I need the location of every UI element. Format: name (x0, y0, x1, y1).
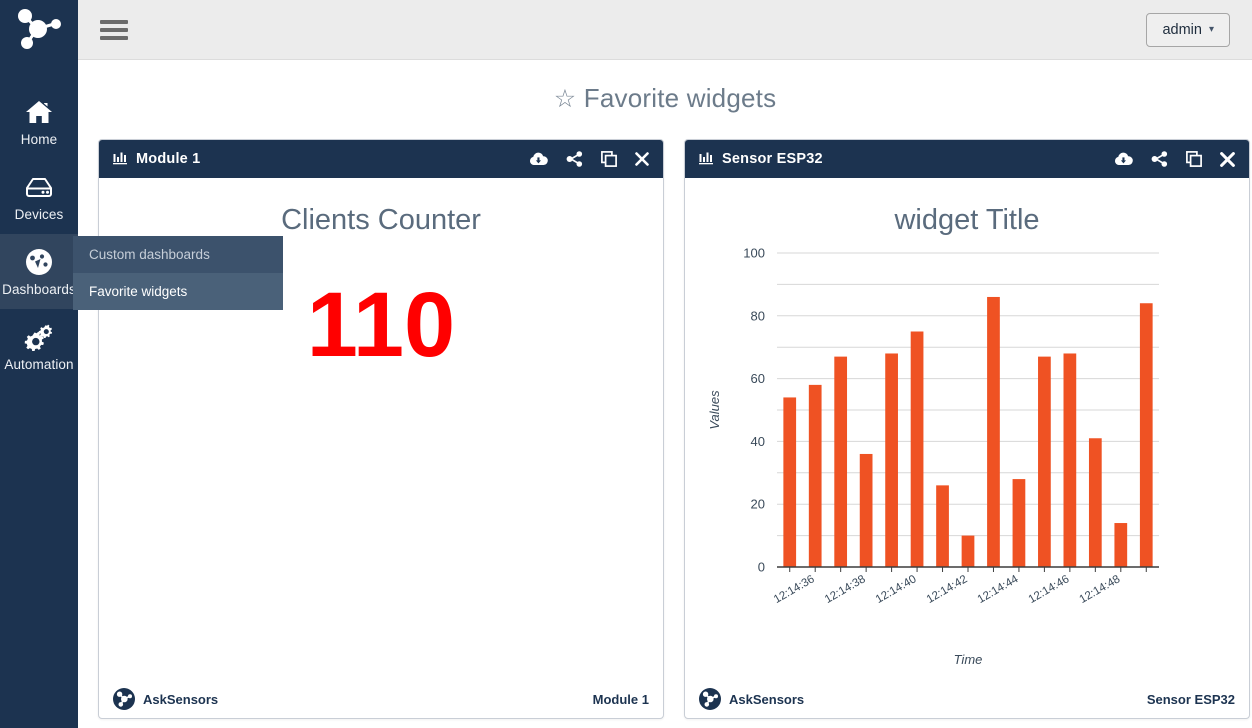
svg-text:12:14:36: 12:14:36 (772, 573, 817, 606)
submenu-item-custom-dashboards[interactable]: Custom dashboards (73, 236, 283, 273)
topbar: admin ▾ (78, 0, 1252, 60)
share-icon[interactable] (1151, 151, 1168, 167)
star-outline-icon: ☆ (553, 85, 577, 113)
home-icon (25, 97, 53, 127)
widget-title-text: Sensor ESP32 (722, 151, 823, 167)
svg-text:12:14:42: 12:14:42 (925, 573, 970, 606)
page-title: ☆ Favorite widgets (78, 83, 1252, 114)
svg-text:80: 80 (751, 308, 765, 323)
sidebar-item-dashboards[interactable]: Dashboards (0, 234, 78, 309)
svg-text:12:14:46: 12:14:46 (1027, 573, 1072, 606)
widget-header-actions (529, 151, 649, 167)
chart-area: 0 20 40 60 80 100 12:14:36 12:14:38 12:14:40 12:1… (685, 237, 1249, 680)
chart-xaxis-label: Time (953, 652, 983, 667)
sidebar-nav: Home Devices Dashboards Automation (0, 84, 78, 384)
widget-footer: AskSensors Sensor ESP32 (685, 680, 1249, 718)
submenu-item-favorite-widgets[interactable]: Favorite widgets (73, 273, 283, 310)
sidebar-item-automation[interactable]: Automation (0, 309, 78, 384)
chart-title: widget Title (894, 204, 1040, 236)
molecule-logo-icon (113, 688, 135, 710)
footer-brand: AskSensors (113, 688, 218, 710)
widget-title-text: Module 1 (136, 151, 201, 167)
close-icon[interactable] (1220, 151, 1235, 167)
page-title-text: Favorite widgets (583, 83, 777, 113)
bar-chart-icon (113, 152, 127, 165)
counter-title: Clients Counter (281, 204, 481, 236)
widget-sensor-esp32: Sensor ESP32 widget Title 0 20 40 60 80 … (684, 139, 1250, 719)
user-menu-label: admin (1162, 21, 1202, 38)
footer-brand-text: AskSensors (143, 691, 219, 707)
widget-footer: AskSensors Module 1 (99, 680, 663, 718)
chevron-down-icon: ▾ (1208, 24, 1214, 35)
widget-module-1: Module 1 Clients Counter 110 AskSensors … (98, 139, 664, 719)
sidebar-item-home[interactable]: Home (0, 84, 78, 159)
svg-text:12:14:38: 12:14:38 (823, 573, 868, 606)
sidebar: Home Devices Dashboards Automation (0, 0, 78, 728)
svg-text:12:14:40: 12:14:40 (874, 573, 919, 606)
dashboards-submenu: Custom dashboards Favorite widgets (73, 236, 283, 310)
page-content: ☆ Favorite widgets Module 1 Clients Coun… (78, 61, 1252, 728)
copy-icon[interactable] (1186, 151, 1202, 167)
gears-icon (23, 322, 55, 352)
svg-text:0: 0 (758, 560, 765, 575)
widget-header: Sensor ESP32 (685, 140, 1249, 178)
footer-brand: AskSensors (699, 688, 804, 710)
svg-text:12:14:44: 12:14:44 (976, 573, 1021, 606)
molecule-logo-icon (18, 9, 61, 49)
svg-text:12:14:48: 12:14:48 (1078, 573, 1123, 606)
widget-header-title: Sensor ESP32 (699, 151, 823, 167)
app-root: Home Devices Dashboards Automation admin… (0, 0, 1252, 728)
footer-right-text: Sensor ESP32 (1146, 691, 1235, 707)
footer-right-text: Module 1 (592, 691, 649, 707)
sidebar-item-label: Dashboards (2, 281, 76, 297)
widget-header-title: Module 1 (113, 151, 200, 167)
user-menu-button[interactable]: admin ▾ (1146, 12, 1230, 47)
widget-body-chart: widget Title 0 20 40 60 80 100 12:14:36 12:14:3… (685, 178, 1249, 680)
svg-text:40: 40 (751, 434, 765, 449)
bar-chart[interactable]: 02040608010012:14:36 12:14:38 12:14:40 12:1… (685, 237, 1249, 637)
bar-chart-icon (699, 152, 713, 165)
device-icon (24, 172, 54, 202)
footer-brand-text: AskSensors (729, 691, 805, 707)
close-icon[interactable] (635, 152, 649, 166)
molecule-logo-icon (699, 688, 721, 710)
svg-text:100: 100 (743, 246, 765, 261)
svg-text:20: 20 (751, 497, 765, 512)
copy-icon[interactable] (601, 151, 617, 167)
sidebar-item-label: Automation (4, 356, 74, 372)
dashboard-gauge-icon (23, 247, 55, 277)
widget-header-actions (1114, 151, 1235, 167)
sidebar-item-label: Home (20, 131, 58, 147)
cloud-download-icon[interactable] (1114, 152, 1133, 167)
brand-logo[interactable] (0, 0, 78, 60)
submenu-item-label: Custom dashboards (89, 247, 210, 262)
sidebar-item-label: Devices (14, 206, 64, 222)
submenu-item-label: Favorite widgets (89, 284, 188, 299)
hamburger-menu-icon[interactable] (100, 19, 128, 40)
widget-header: Module 1 (99, 140, 663, 178)
svg-text:60: 60 (751, 371, 765, 386)
share-icon[interactable] (566, 151, 583, 167)
svg-text:Values: Values (707, 390, 722, 430)
cloud-download-icon[interactable] (529, 152, 548, 167)
widget-grid: Module 1 Clients Counter 110 AskSensors … (98, 139, 1252, 719)
sidebar-item-devices[interactable]: Devices (0, 159, 78, 234)
